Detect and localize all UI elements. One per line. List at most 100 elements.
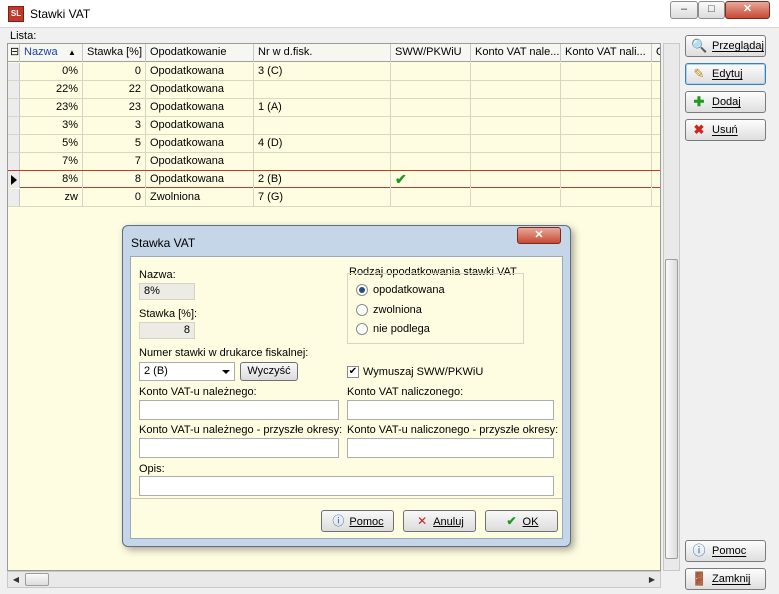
cell-stawka: 8 bbox=[83, 171, 146, 188]
scroll-left-arrow-icon[interactable]: ◀ bbox=[8, 572, 24, 587]
grid-corner-icon[interactable]: ⊟ bbox=[8, 44, 20, 62]
przegladaj-label: Przeglądaj bbox=[712, 40, 764, 52]
column-header-stawka[interactable]: Stawka [%] bbox=[83, 44, 146, 62]
konto-nalezny-przyszle-label: Konto VAT-u należnego - przyszłe okresy: bbox=[139, 424, 343, 436]
vertical-scroll-thumb[interactable] bbox=[665, 259, 678, 559]
cell-konto-naliczony bbox=[561, 81, 652, 98]
table-row[interactable]: zw 0 Zwolniona 7 (G) bbox=[8, 189, 660, 207]
cell-opodatkowanie: Zwolniona bbox=[146, 189, 254, 206]
dialog-anuluj-button[interactable]: ✕ Anuluj bbox=[403, 510, 476, 532]
konto-naliczony-przyszle-input[interactable] bbox=[347, 438, 554, 458]
wymuszaj-checkbox[interactable]: ✔ bbox=[347, 366, 359, 378]
radio-opodatkowana-label[interactable]: opodatkowana bbox=[373, 284, 445, 296]
dialog-anuluj-label: Anuluj bbox=[433, 516, 464, 528]
cell-sww bbox=[391, 63, 471, 80]
numer-select[interactable]: 2 (B) bbox=[139, 362, 235, 381]
column-header-konto-nalezny[interactable]: Konto VAT nale... bbox=[471, 44, 561, 62]
cell-opodatkowanie: Opodatkowana bbox=[146, 81, 254, 98]
cell-nr-fisk bbox=[254, 153, 391, 170]
cell-opodatkowanie: Opodatkowana bbox=[146, 63, 254, 80]
table-row[interactable]: 22% 22 Opodatkowana bbox=[8, 81, 660, 99]
row-indicator bbox=[8, 81, 20, 98]
dialog-pomoc-button[interactable]: ⓘ Pomoc bbox=[321, 510, 394, 532]
cell-konto-naliczony bbox=[561, 135, 652, 152]
radio-nie-podlega[interactable] bbox=[356, 323, 368, 335]
konto-nalezny-przyszle-input[interactable] bbox=[139, 438, 339, 458]
cell-konto-naliczony bbox=[561, 117, 652, 134]
table-row-selected[interactable]: 8% 8 Opodatkowana 2 (B) ✔ bbox=[8, 170, 660, 188]
radio-nie-podlega-label[interactable]: nie podlega bbox=[373, 323, 430, 335]
dodaj-button[interactable]: ✚ Dodaj bbox=[685, 91, 766, 113]
info-icon: ⓘ bbox=[692, 543, 706, 558]
radio-zwolniona-label[interactable]: zwolniona bbox=[373, 304, 422, 316]
edytuj-button[interactable]: ✎ Edytuj bbox=[685, 63, 766, 85]
radio-zwolniona[interactable] bbox=[356, 304, 368, 316]
pomoc-button[interactable]: ⓘ Pomoc bbox=[685, 540, 766, 562]
usun-button[interactable]: ✖ Usuń bbox=[685, 119, 766, 141]
table-row[interactable]: 23% 23 Opodatkowana 1 (A) bbox=[8, 99, 660, 117]
table-row[interactable]: 7% 7 Opodatkowana bbox=[8, 153, 660, 171]
table-row[interactable]: 3% 3 Opodatkowana bbox=[8, 117, 660, 135]
cell-konto-naliczony bbox=[561, 63, 652, 80]
column-header-opodatkowanie[interactable]: Opodatkowanie bbox=[146, 44, 254, 62]
przegladaj-button[interactable]: 🔍 Przeglądaj bbox=[685, 35, 766, 57]
maximize-button[interactable]: □ bbox=[698, 1, 725, 19]
minimize-button[interactable]: – bbox=[670, 1, 698, 19]
opis-input[interactable] bbox=[139, 476, 554, 496]
cell-nr-fisk: 2 (B) bbox=[254, 171, 391, 188]
konto-nalezny-input[interactable] bbox=[139, 400, 339, 420]
horizontal-scrollbar[interactable]: ◀ ▶ bbox=[7, 571, 661, 588]
column-header-nr-fisk[interactable]: Nr w d.fisk. bbox=[254, 44, 391, 62]
edytuj-label: Edytuj bbox=[712, 68, 743, 80]
zamknij-label: Zamknij bbox=[712, 573, 751, 585]
column-header-konto-naliczony[interactable]: Konto VAT nali... bbox=[561, 44, 652, 62]
app-icon: SL bbox=[8, 6, 24, 22]
cell-nazwa: 7% bbox=[20, 153, 83, 170]
cell-konto-nalezny bbox=[471, 171, 561, 188]
magnifier-icon: 🔍 bbox=[691, 38, 708, 53]
cell-nazwa: 8% bbox=[20, 171, 83, 188]
cell-stawka: 0 bbox=[83, 63, 146, 80]
cell-konto-nalezny bbox=[471, 153, 561, 170]
horizontal-scroll-thumb[interactable] bbox=[25, 573, 49, 586]
add-icon: ✚ bbox=[693, 94, 705, 109]
wyczysc-button[interactable]: Wyczyść bbox=[240, 362, 298, 381]
cell-sww bbox=[391, 189, 471, 206]
title-bar: SL Stawki VAT – □ ✕ bbox=[0, 0, 779, 28]
cell-stawka: 7 bbox=[83, 153, 146, 170]
cell-nazwa: zw bbox=[20, 189, 83, 206]
radio-opodatkowana[interactable] bbox=[356, 284, 368, 296]
cell-sww bbox=[391, 117, 471, 134]
column-header-nazwa[interactable]: Nazwa ▲ bbox=[20, 44, 83, 62]
table-row[interactable]: 0% 0 Opodatkowana 3 (C) bbox=[8, 63, 660, 81]
column-header-sww[interactable]: SWW/PKWiU bbox=[391, 44, 471, 62]
cell-konto-nalezny bbox=[471, 99, 561, 116]
vertical-scrollbar[interactable] bbox=[663, 43, 680, 571]
scroll-right-arrow-icon[interactable]: ▶ bbox=[644, 572, 660, 587]
cell-opodatkowanie: Opodatkowana bbox=[146, 117, 254, 134]
cell-stawka: 5 bbox=[83, 135, 146, 152]
stawka-vat-dialog: Stawka VAT ✕ Nazwa: 8% Stawka [%]: 8 Rod… bbox=[122, 225, 571, 547]
cell-nazwa: 3% bbox=[20, 117, 83, 134]
cell-nr-fisk: 3 (C) bbox=[254, 63, 391, 80]
nazwa-label: Nazwa: bbox=[139, 269, 176, 281]
cell-konto-nalezny bbox=[471, 63, 561, 80]
dialog-close-button[interactable]: ✕ bbox=[517, 227, 561, 244]
column-header-label: Nazwa bbox=[24, 46, 58, 58]
footer-divider bbox=[131, 498, 562, 499]
info-icon: ⓘ bbox=[332, 514, 345, 528]
cell-nazwa: 0% bbox=[20, 63, 83, 80]
window-close-button[interactable]: ✕ bbox=[725, 1, 770, 19]
cell-opodatkowanie: Opodatkowana bbox=[146, 135, 254, 152]
zamknij-button[interactable]: 🚪 Zamknij bbox=[685, 568, 766, 590]
cell-konto-naliczony bbox=[561, 189, 652, 206]
cell-sww bbox=[391, 153, 471, 170]
dialog-ok-button[interactable]: ✔ OK bbox=[485, 510, 558, 532]
table-row[interactable]: 5% 5 Opodatkowana 4 (D) bbox=[8, 135, 660, 153]
konto-naliczony-input[interactable] bbox=[347, 400, 554, 420]
cell-stawka: 23 bbox=[83, 99, 146, 116]
column-header-more[interactable]: O bbox=[652, 44, 660, 62]
wymuszaj-label[interactable]: Wymuszaj SWW/PKWiU bbox=[363, 366, 483, 378]
cell-nr-fisk: 4 (D) bbox=[254, 135, 391, 152]
konto-nalezny-label: Konto VAT-u należnego: bbox=[139, 386, 257, 398]
